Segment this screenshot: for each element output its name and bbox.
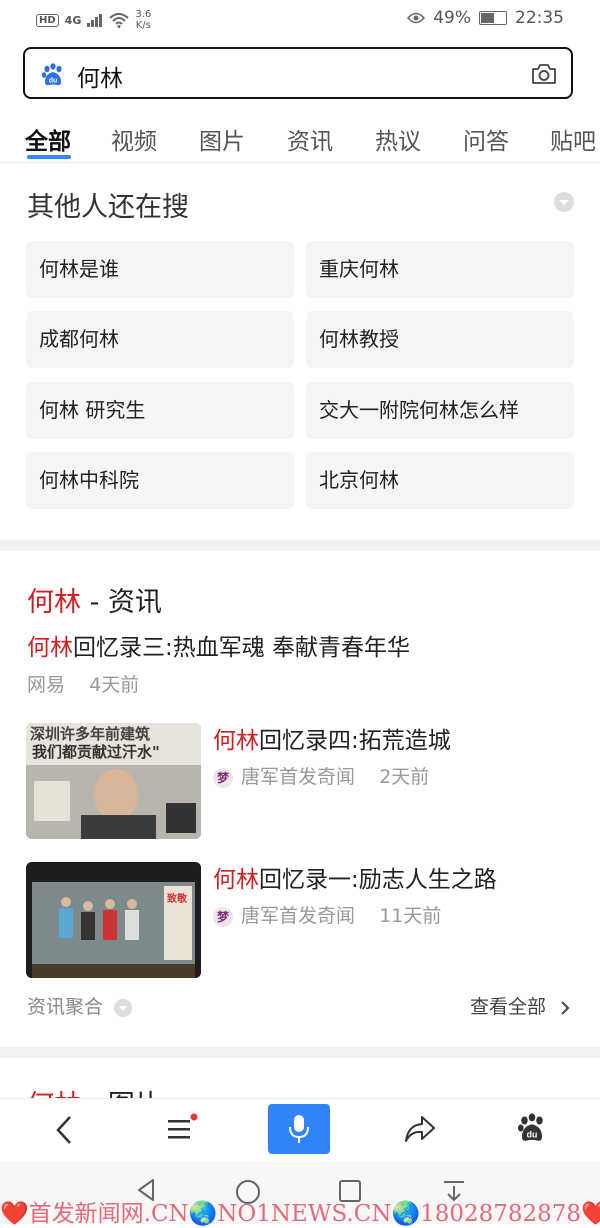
- net-speed-unit: K/s: [135, 20, 151, 31]
- news-section-title[interactable]: 何林 - 资讯: [27, 580, 162, 619]
- source-avatar-icon: 梦: [213, 767, 233, 788]
- battery-fill: [481, 13, 494, 23]
- status-bar: HD 4G 3.6 K/s 49% 22:35: [0, 0, 600, 40]
- news-article-meta: 梦唐军首发奇闻 2天前: [213, 762, 429, 789]
- related-item[interactable]: 北京何林: [306, 452, 574, 509]
- active-tab-indicator: [27, 155, 71, 159]
- microphone-icon: [289, 1115, 309, 1143]
- news-aggregate-label: 资讯聚合: [27, 996, 104, 1018]
- eye-icon: [407, 12, 426, 24]
- article-title-text: 回忆录一:励志人生之路: [259, 867, 497, 893]
- thumbnail-poster-text: 致敬: [167, 894, 187, 905]
- news-title-suffix: - 资讯: [81, 587, 162, 618]
- news-article-meta: 网易 4天前: [27, 670, 139, 697]
- article-title-text: 回忆录三:热血军魂 奉献青春年华: [73, 635, 411, 661]
- share-icon[interactable]: [404, 1115, 436, 1143]
- hd-badge: HD: [36, 13, 59, 27]
- tab-video[interactable]: 视频: [111, 122, 157, 156]
- article-thumbnail[interactable]: 深圳许多年前建筑 我们都贡献过汗水": [26, 723, 201, 839]
- article-keyword: 何林: [27, 635, 73, 661]
- net-speed: 3.6 K/s: [135, 9, 151, 31]
- camera-icon[interactable]: [531, 63, 557, 85]
- related-item[interactable]: 成都何林: [26, 311, 294, 368]
- tab-images[interactable]: 图片: [199, 122, 245, 156]
- baidu-paw-icon: du: [41, 63, 62, 86]
- net-speed-value: 3.6: [135, 9, 152, 20]
- news-article-title[interactable]: 何林回忆录三:热血军魂 奉献青春年华: [27, 628, 410, 662]
- clock: 22:35: [515, 8, 564, 28]
- view-all-link[interactable]: 查看全部: [470, 992, 570, 1019]
- article-keyword: 何林: [213, 728, 259, 754]
- thumbnail-image: [26, 862, 201, 978]
- search-input[interactable]: 何林: [77, 59, 123, 93]
- tab-news[interactable]: 资讯: [287, 122, 333, 156]
- expand-chevron-icon: [113, 998, 133, 1017]
- article-source: 网易: [27, 674, 66, 696]
- chevron-right-icon: [561, 1000, 570, 1015]
- article-thumbnail[interactable]: 致敬: [26, 862, 201, 978]
- svg-text:du: du: [527, 1129, 538, 1139]
- svg-text:du: du: [49, 78, 58, 85]
- tab-qa[interactable]: 问答: [463, 122, 509, 156]
- related-item[interactable]: 何林中科院: [26, 452, 294, 509]
- related-title: 其他人还在搜: [27, 192, 189, 223]
- signal-icon: [87, 13, 103, 27]
- voice-search-button[interactable]: [268, 1104, 330, 1154]
- related-item[interactable]: 重庆何林: [306, 241, 574, 298]
- tab-discussion[interactable]: 热议: [375, 122, 421, 156]
- back-icon[interactable]: [54, 1115, 74, 1145]
- network-label: 4G: [64, 13, 82, 27]
- article-time: 11天前: [379, 905, 442, 927]
- related-item[interactable]: 何林 研究生: [26, 382, 294, 439]
- baidu-home-icon[interactable]: du: [517, 1113, 547, 1143]
- tab-bar: 全部 视频 图片 资讯 热议 问答 贴吧: [0, 112, 600, 163]
- related-item[interactable]: 何林教授: [306, 311, 574, 368]
- source-avatar-icon: 梦: [213, 906, 233, 927]
- related-item[interactable]: 交大一附院何林怎么样: [306, 382, 574, 439]
- article-source: 唐军首发奇闻: [241, 905, 356, 927]
- section-divider: [0, 540, 600, 551]
- status-right: 49% 22:35: [407, 8, 564, 28]
- collapse-chevron-icon[interactable]: [553, 191, 575, 213]
- menu-icon[interactable]: [166, 1112, 200, 1144]
- news-article-meta: 梦唐军首发奇闻 11天前: [213, 901, 441, 928]
- section-divider: [0, 1047, 600, 1058]
- news-article-title[interactable]: 何林回忆录四:拓荒造城: [213, 721, 451, 755]
- wifi-icon: [109, 12, 130, 28]
- tab-all[interactable]: 全部: [25, 122, 71, 156]
- news-aggregate-toggle[interactable]: 资讯聚合: [27, 992, 133, 1019]
- battery-icon: [479, 11, 507, 25]
- news-title-keyword: 何林: [27, 587, 81, 618]
- article-title-text: 回忆录四:拓荒造城: [259, 728, 451, 754]
- news-article-title[interactable]: 何林回忆录一:励志人生之路: [213, 860, 497, 894]
- article-source: 唐军首发奇闻: [241, 766, 356, 788]
- article-keyword: 何林: [213, 867, 259, 893]
- thumbnail-caption-line2: 我们都贡献过汗水": [32, 743, 160, 761]
- battery-percent: 49%: [433, 8, 471, 28]
- related-item[interactable]: 何林是谁: [26, 241, 294, 298]
- watermark-text: ❤️首发新闻网.CN🌏NO1NEWS.CN🌏18028782878❤️: [0, 1201, 600, 1227]
- article-time: 2天前: [379, 766, 430, 788]
- search-box[interactable]: du 何林: [23, 47, 573, 99]
- status-left: HD 4G 3.6 K/s: [36, 9, 151, 31]
- tab-tieba[interactable]: 贴吧: [550, 122, 596, 156]
- article-time: 4天前: [89, 674, 140, 696]
- view-all-label: 查看全部: [469, 996, 546, 1018]
